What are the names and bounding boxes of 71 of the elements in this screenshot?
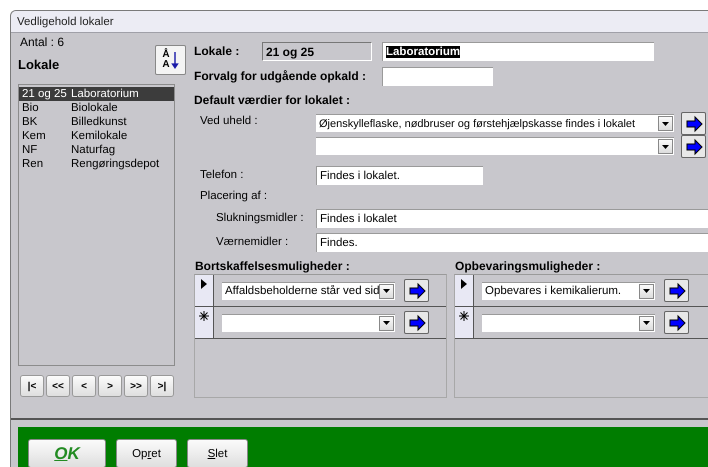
caret-icon <box>643 289 650 293</box>
section-heading: Opbevaringsmuligheder : <box>454 258 602 274</box>
section-heading: Bortskaffelsesmuligheder : <box>194 258 351 274</box>
dropdown-button[interactable] <box>639 316 654 330</box>
go-button[interactable] <box>681 135 706 158</box>
dropdown-button[interactable] <box>639 284 654 298</box>
combo-box[interactable]: Affaldsbeholderne står ved sid <box>222 282 395 300</box>
field-label: Telefon : <box>199 169 244 181</box>
field-label: Forvalg for udgående opkald : <box>194 69 368 83</box>
navigation-button[interactable]: |< <box>20 375 44 397</box>
field-label: Værnemidler : <box>215 236 290 248</box>
right-arrow-icon <box>408 282 426 300</box>
go-button[interactable] <box>681 112 706 135</box>
footer-button[interactable]: Opret <box>116 439 177 467</box>
caret-icon <box>662 144 669 148</box>
footer-button[interactable]: OK <box>28 439 106 467</box>
down-arrow-icon <box>170 52 179 68</box>
caret-icon <box>383 321 390 325</box>
go-button[interactable] <box>404 279 429 302</box>
right-arrow-icon <box>684 114 702 132</box>
record-pointer-icon <box>201 279 207 289</box>
go-button[interactable] <box>404 311 429 334</box>
list-item[interactable]: 21 og 25 Laboratorium <box>19 87 174 101</box>
dropdown-button[interactable] <box>658 116 673 131</box>
list-item[interactable]: NF Naturfag <box>19 143 174 157</box>
navigation-button[interactable]: > <box>98 375 122 397</box>
caret-icon <box>383 289 390 293</box>
list-item[interactable]: Bio Biolokale <box>19 101 174 115</box>
code-field: 21 og 25 <box>262 42 372 60</box>
navigation-button[interactable]: >> <box>124 375 148 397</box>
navigation-button[interactable]: < <box>72 375 96 397</box>
right-arrow-icon <box>668 314 686 332</box>
field-label: Ved uheld : <box>199 114 259 127</box>
right-arrow-icon <box>408 314 426 332</box>
input-field[interactable] <box>382 66 493 86</box>
navigation-button[interactable]: << <box>46 375 70 397</box>
caret-icon <box>643 321 650 325</box>
record-selector[interactable] <box>195 307 214 338</box>
name-field[interactable]: Laboratorium <box>382 42 654 60</box>
record-selector[interactable] <box>455 275 474 306</box>
go-button[interactable] <box>664 311 689 334</box>
window-title: Vedligehold lokaler <box>11 11 708 33</box>
asterisk-icon <box>199 311 209 321</box>
right-arrow-icon <box>668 282 686 300</box>
list-item[interactable]: BK Billedkunst <box>19 115 174 129</box>
input-field[interactable]: Findes i lokalet <box>316 208 708 228</box>
go-button[interactable] <box>664 279 689 302</box>
section-heading: Default værdier for lokalet : <box>194 92 352 109</box>
record-selector[interactable] <box>195 275 214 306</box>
record-selector[interactable] <box>455 307 474 338</box>
list-item[interactable]: Ren Rengøringsdepot <box>19 157 174 171</box>
input-field[interactable]: Findes. <box>316 232 708 252</box>
dropdown-button[interactable] <box>658 139 673 154</box>
input-field[interactable]: Findes i lokalet. <box>316 166 483 184</box>
dropdown-button[interactable] <box>379 284 394 298</box>
section-label: Placering af : <box>199 190 268 203</box>
field-label: Lokale : <box>194 44 240 58</box>
record-pointer-icon <box>461 279 467 289</box>
list-heading: Lokale <box>18 57 60 72</box>
asterisk-icon <box>459 311 469 321</box>
sort-button[interactable]: Å A <box>155 45 186 75</box>
count-label: Antal : 6 <box>20 35 64 49</box>
navigation-button[interactable]: >| <box>150 375 174 397</box>
caret-icon <box>662 122 669 126</box>
right-arrow-icon <box>684 138 702 156</box>
combo-box[interactable]: Øjenskylleflaske, nødbruser og førstehjælpskasse findes i lokalet <box>316 114 674 132</box>
dropdown-button[interactable] <box>379 316 394 330</box>
field-label: Slukningsmidler : <box>215 212 305 224</box>
footer-button[interactable]: Slet <box>187 439 248 467</box>
list-item[interactable]: Kem Kemilokale <box>19 129 174 143</box>
combo-box[interactable]: Opbevares i kemikalierum. <box>482 282 655 300</box>
